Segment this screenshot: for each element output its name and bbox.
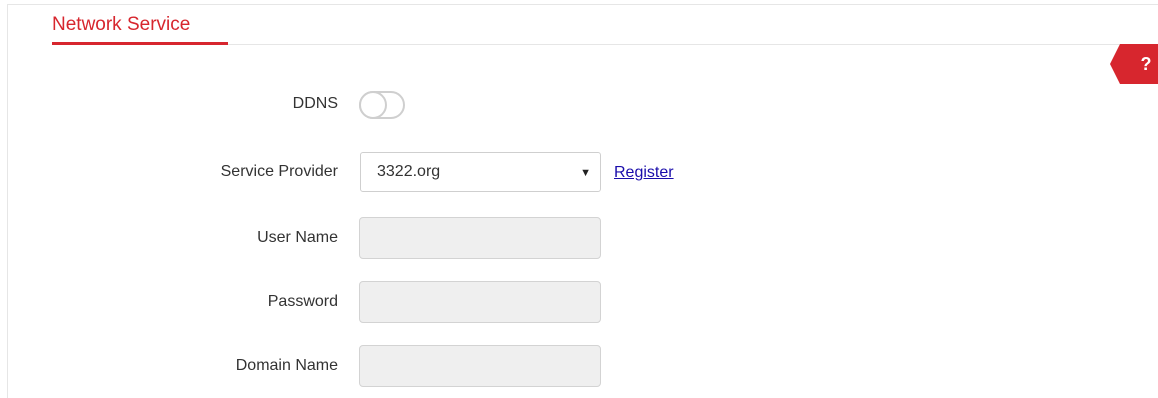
title-underline — [52, 42, 228, 45]
service-provider-label: Service Provider — [220, 163, 338, 180]
ddns-toggle[interactable] — [359, 91, 405, 119]
user-name-label: User Name — [257, 229, 338, 246]
user-name-input[interactable] — [359, 217, 601, 259]
register-link[interactable]: Register — [614, 163, 674, 183]
toggle-knob — [359, 91, 387, 119]
section-title: Network Service — [52, 14, 191, 35]
ddns-label: DDNS — [292, 95, 338, 112]
password-input[interactable] — [359, 281, 601, 323]
chevron-down-icon: ▼ — [580, 167, 591, 179]
service-provider-value: 3322.org — [377, 163, 441, 180]
password-label: Password — [267, 293, 338, 310]
help-button[interactable]: ? — [1110, 44, 1158, 84]
service-provider-select[interactable]: 3322.org ▼ — [360, 152, 601, 192]
help-icon: ? — [1140, 54, 1152, 74]
domain-name-label: Domain Name — [235, 357, 338, 374]
domain-name-input[interactable] — [359, 345, 601, 387]
content-panel — [7, 4, 1158, 398]
